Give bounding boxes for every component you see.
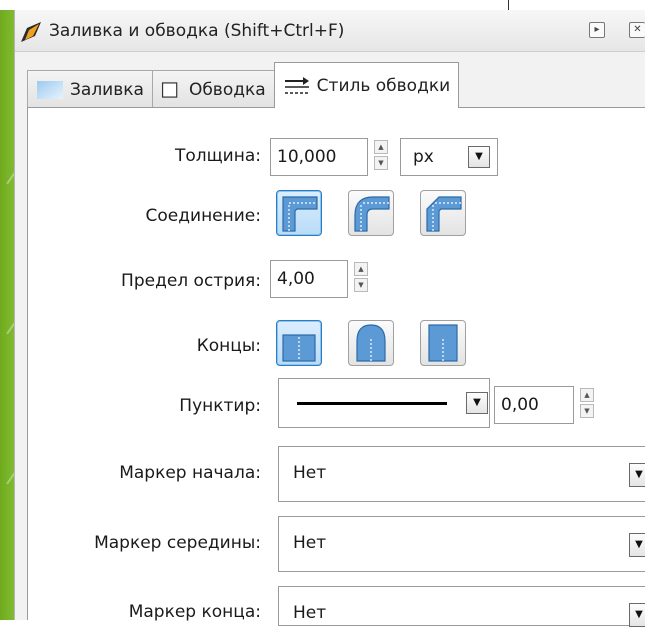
mid-marker-value: Нет: [293, 533, 327, 553]
spin-up-icon[interactable]: ▲: [374, 140, 388, 154]
end-marker-value: Нет: [293, 603, 327, 623]
stroke-style-panel: Толщина: 10,000 ▲ ▼ px ▼ Соединение: Пре…: [27, 107, 645, 627]
mid-marker-label: Маркер середины:: [94, 533, 261, 553]
square-cap-button[interactable]: [420, 320, 466, 366]
fill-swatch-icon: [37, 80, 63, 99]
dash-label: Пунктир:: [179, 396, 261, 416]
tab-fill-label: Заливка: [70, 79, 144, 100]
miter-limit-label: Предел острия:: [121, 271, 261, 291]
dialog-close-button[interactable]: ✕: [629, 22, 645, 38]
miter-join-button[interactable]: [276, 190, 322, 236]
page-margin: [0, 0, 40, 10]
start-marker-value: Нет: [293, 463, 327, 483]
spin-down-icon[interactable]: ▼: [354, 278, 368, 292]
tab-fill[interactable]: Заливка: [27, 70, 153, 108]
mid-marker-select[interactable]: Нет ▼: [278, 516, 645, 572]
dialog-titlebar: Заливка и обводка (Shift+Ctrl+F) ▸ ✕: [15, 10, 645, 52]
end-marker-select[interactable]: Нет ▼: [278, 586, 645, 627]
dash-dropdown-icon[interactable]: ▼: [466, 392, 488, 414]
tab-stroke-style[interactable]: Стиль обводки: [273, 62, 460, 108]
caps-label: Концы:: [196, 336, 261, 356]
miter-limit-spinner[interactable]: ▲ ▼: [354, 262, 368, 292]
start-marker-label: Маркер начала:: [119, 463, 261, 483]
start-marker-select[interactable]: Нет ▼: [278, 446, 645, 502]
mid-marker-dropdown-icon[interactable]: ▼: [629, 533, 645, 557]
spin-down-icon[interactable]: ▼: [580, 404, 594, 418]
join-label: Соединение:: [145, 206, 261, 226]
dash-offset-spinner[interactable]: ▲ ▼: [580, 388, 594, 418]
round-join-button[interactable]: [348, 190, 394, 236]
fill-and-stroke-dialog: Заливка и обводка (Shift+Ctrl+F) ▸ ✕ Зал…: [14, 10, 645, 627]
dash-pattern-preview: [297, 401, 447, 405]
tab-stroke-paint[interactable]: Обводка: [151, 70, 275, 108]
butt-cap-icon: [282, 334, 316, 362]
dialog-title: Заливка и обводка (Shift+Ctrl+F): [49, 20, 345, 41]
start-marker-dropdown-icon[interactable]: ▼: [629, 463, 645, 487]
stroke-style-icon: [284, 76, 309, 94]
spin-down-icon[interactable]: ▼: [374, 156, 388, 170]
dash-pattern-select[interactable]: [278, 378, 490, 428]
stroke-swatch-icon: [161, 81, 178, 98]
end-marker-label: Маркер конца:: [128, 602, 261, 622]
fill-stroke-brush-icon: [21, 21, 41, 42]
stroke-width-spinner[interactable]: ▲ ▼: [374, 140, 388, 170]
miter-limit-input[interactable]: 4,00: [270, 260, 348, 298]
round-cap-button[interactable]: [348, 320, 394, 366]
stroke-width-input[interactable]: 10,000: [270, 138, 368, 176]
round-cap-icon: [356, 324, 386, 362]
butt-cap-button[interactable]: [276, 320, 322, 366]
tab-bar: Заливка Обводка Стиль обводки: [27, 62, 460, 108]
spin-up-icon[interactable]: ▲: [354, 262, 368, 276]
stroke-width-label: Толщина:: [175, 146, 261, 166]
dash-offset-input[interactable]: 0,00: [494, 386, 574, 424]
miter-join-icon: [282, 196, 318, 232]
unit-value: px: [413, 147, 434, 167]
unit-dropdown-icon[interactable]: ▼: [468, 146, 490, 168]
round-join-icon: [354, 196, 390, 232]
bevel-join-button[interactable]: [420, 190, 466, 236]
tab-stroke-paint-label: Обводка: [188, 79, 266, 100]
dialog-menu-button[interactable]: ▸: [589, 22, 605, 38]
divider: [508, 0, 509, 10]
spin-up-icon[interactable]: ▲: [580, 388, 594, 402]
square-cap-icon: [428, 324, 458, 362]
tab-stroke-style-label: Стиль обводки: [316, 75, 451, 96]
end-marker-dropdown-icon[interactable]: ▼: [629, 603, 645, 627]
bevel-join-icon: [426, 196, 462, 232]
